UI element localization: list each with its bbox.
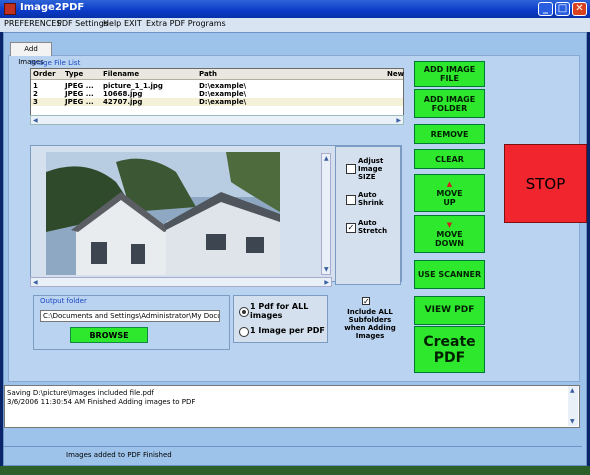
- pdf-mode-group: 1 Pdf for ALL images 1 Image per PDF: [233, 295, 328, 343]
- menu-help[interactable]: Help: [103, 19, 121, 28]
- menu-exit[interactable]: EXIT: [124, 19, 142, 28]
- table-row[interactable]: 3 JPEG ... 42707.jpg D:\example\: [31, 98, 403, 106]
- menu-extra-pdf-programs[interactable]: Extra PDF Programs: [146, 19, 226, 28]
- column-new[interactable]: New: [387, 70, 404, 78]
- auto-stretch-label: Auto Stretch: [358, 219, 388, 235]
- row-type: JPEG ...: [65, 98, 94, 106]
- adjust-size-label: Adjust Image SIZE: [358, 157, 384, 181]
- scroll-right-icon[interactable]: ▶: [324, 279, 329, 286]
- row-filename: 10668.jpg: [103, 90, 143, 98]
- row-path: D:\example\: [199, 98, 247, 106]
- log-vertical-scrollbar[interactable]: ▲ ▼: [568, 386, 578, 426]
- column-type[interactable]: Type: [65, 70, 83, 78]
- minimize-button[interactable]: _: [538, 2, 553, 16]
- table-row[interactable]: 1 JPEG ... picture_1_1.jpg D:\example\: [31, 82, 403, 90]
- row-path: D:\example\: [199, 90, 247, 98]
- image-preview: [46, 152, 280, 275]
- close-button[interactable]: ✕: [572, 2, 587, 16]
- arrow-down-icon: ▼: [446, 220, 453, 229]
- log-line: 3/6/2006 11:30:54 AM Finished Adding ima…: [7, 398, 196, 406]
- file-list-header: Order Type Filename Path New: [31, 69, 404, 80]
- clear-button[interactable]: CLEAR: [414, 149, 485, 169]
- image-per-pdf-radio[interactable]: [239, 327, 249, 337]
- row-order: 1: [33, 82, 38, 90]
- view-pdf-button[interactable]: VIEW PDF: [414, 296, 485, 325]
- window-title: Image2PDF: [20, 2, 85, 13]
- output-folder-label: Output folder: [40, 297, 87, 305]
- maximize-button[interactable]: □: [555, 2, 570, 16]
- menu-bar: PREFERENCES PDF Settings Help EXIT Extra…: [0, 18, 590, 32]
- include-subfolders-label: Include ALL Subfolders when Adding Image…: [344, 308, 396, 340]
- scroll-right-icon[interactable]: ▶: [396, 117, 401, 124]
- move-up-button[interactable]: ▲ MOVE UP: [414, 174, 485, 212]
- file-list-group-label: Image File List: [30, 59, 81, 67]
- check-icon: ✓: [347, 223, 355, 232]
- menu-pdf-settings[interactable]: PDF Settings: [57, 19, 108, 28]
- auto-shrink-label: Auto Shrink: [358, 191, 384, 207]
- column-filename[interactable]: Filename: [103, 70, 139, 78]
- row-type: JPEG ...: [65, 82, 94, 90]
- output-folder-field[interactable]: C:\Documents and Settings\Administrator\…: [40, 310, 220, 322]
- scroll-up-icon[interactable]: ▲: [570, 387, 575, 394]
- scroll-left-icon[interactable]: ◀: [33, 117, 38, 124]
- create-pdf-button[interactable]: Create PDF: [414, 326, 485, 373]
- scroll-left-icon[interactable]: ◀: [33, 279, 38, 286]
- browse-button[interactable]: BROWSE: [70, 327, 148, 343]
- add-image-file-button[interactable]: ADD IMAGE FILE: [414, 61, 485, 87]
- adjust-size-checkbox[interactable]: [346, 164, 356, 174]
- auto-stretch-checkbox[interactable]: ✓: [346, 223, 356, 233]
- stop-button[interactable]: STOP: [504, 144, 587, 223]
- preview-vertical-scrollbar[interactable]: ▲ ▼: [321, 153, 331, 275]
- log-line: Saving D:\picture\Images included file.p…: [7, 389, 154, 397]
- app-icon: [4, 3, 16, 15]
- log-output[interactable]: Saving D:\picture\Images included file.p…: [4, 385, 580, 428]
- column-order[interactable]: Order: [33, 70, 56, 78]
- single-pdf-label: 1 Pdf for ALL images: [250, 302, 309, 320]
- scroll-down-icon[interactable]: ▼: [570, 418, 575, 425]
- taskbar: [0, 466, 590, 475]
- image-per-pdf-label: 1 Image per PDF: [250, 326, 325, 335]
- remove-button[interactable]: REMOVE: [414, 124, 485, 144]
- add-image-folder-button[interactable]: ADD IMAGE FOLDER: [414, 89, 485, 118]
- row-type: JPEG ...: [65, 90, 94, 98]
- row-filename: 42707.jpg: [103, 98, 143, 106]
- status-text: Images added to PDF Finished: [66, 451, 172, 459]
- row-filename: picture_1_1.jpg: [103, 82, 163, 90]
- menu-preferences[interactable]: PREFERENCES: [4, 19, 61, 28]
- include-subfolders-checkbox[interactable]: ✓: [362, 297, 370, 306]
- row-path: D:\example\: [199, 82, 247, 90]
- preview-horizontal-scrollbar[interactable]: ◀ ▶: [30, 277, 332, 287]
- check-icon: ✓: [363, 297, 370, 306]
- status-bar: Images added to PDF Finished: [4, 446, 582, 462]
- file-list-horizontal-scrollbar[interactable]: ◀ ▶: [30, 115, 404, 125]
- table-row[interactable]: 2 JPEG ... 10668.jpg D:\example\: [31, 90, 403, 98]
- row-order: 2: [33, 90, 38, 98]
- auto-shrink-checkbox[interactable]: [346, 195, 356, 205]
- column-path[interactable]: Path: [199, 70, 217, 78]
- tab-add-images[interactable]: Add Images: [10, 42, 52, 66]
- single-pdf-radio[interactable]: [239, 307, 249, 317]
- arrow-up-icon: ▲: [446, 179, 453, 188]
- use-scanner-button[interactable]: USE SCANNER: [414, 260, 485, 289]
- title-bar[interactable]: Image2PDF _ □ ✕: [0, 0, 590, 18]
- house-photo-icon: [46, 152, 280, 275]
- row-order: 3: [33, 98, 38, 106]
- move-down-button[interactable]: ▼ MOVE DOWN: [414, 215, 485, 253]
- scroll-down-icon[interactable]: ▼: [324, 266, 329, 273]
- resize-options-panel: Adjust Image SIZE Auto Shrink ✓ Auto Str…: [335, 146, 401, 285]
- scroll-up-icon[interactable]: ▲: [324, 155, 329, 162]
